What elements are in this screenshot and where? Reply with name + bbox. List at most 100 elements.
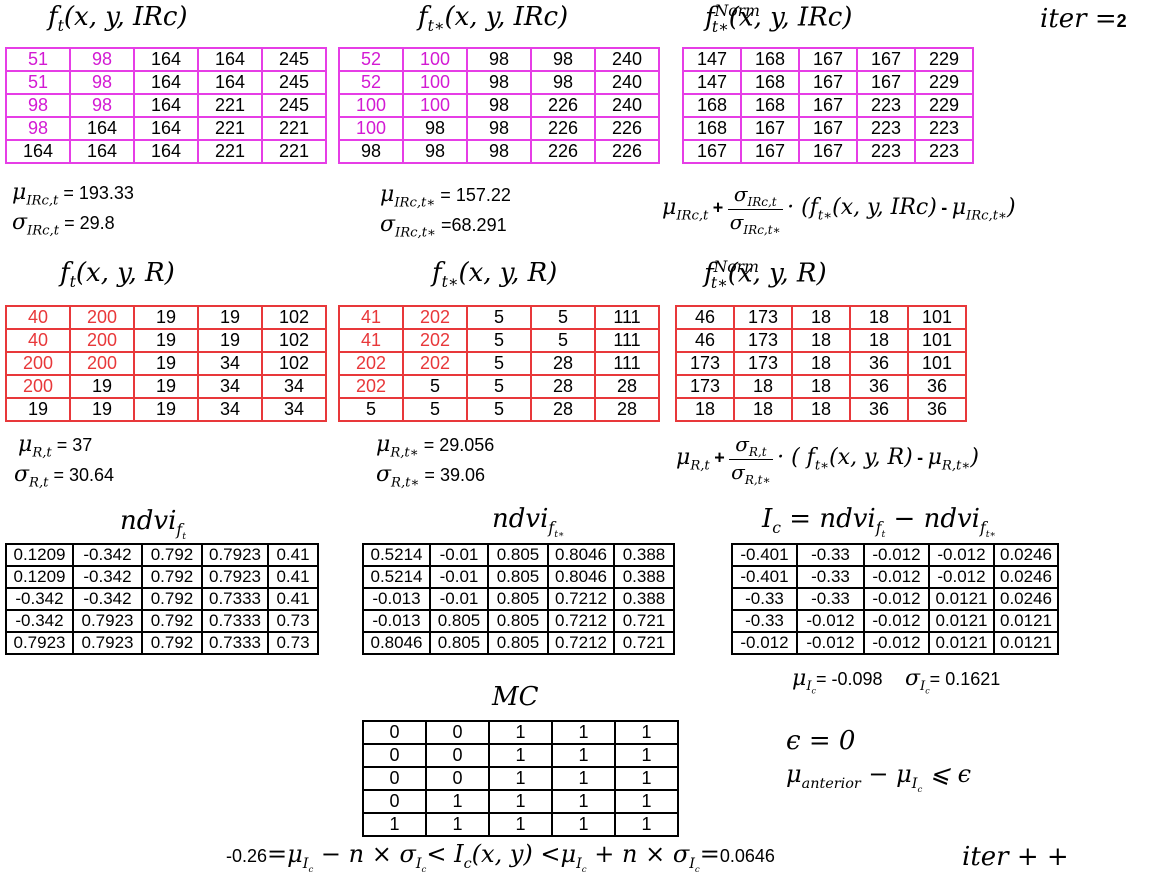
table-cell: 168	[682, 116, 742, 141]
table-row: -0.012 -0.012 -0.012 0.0121 0.0121	[731, 631, 1059, 655]
table-cell: 200	[69, 351, 135, 376]
table-cell: 1	[614, 720, 679, 745]
mu-r-tstar-value: 29.056	[439, 435, 495, 455]
table-ic: -0.401 -0.33 -0.012 -0.012 0.0246 -0.401 -0.33…	[731, 543, 1059, 655]
table-cell: -0.01	[429, 565, 489, 589]
table-cell: 167	[740, 116, 800, 141]
table-cell: 221	[197, 139, 263, 164]
table-ft-r: 40 200 19 19 102 40 200 19 19 102 200 200 19 34 102 200…	[5, 305, 327, 422]
table-cell: 164	[133, 116, 199, 141]
table-cell: -0.012	[863, 609, 930, 633]
table-row: 202 202 5 28 111	[338, 351, 660, 376]
table-cell: 34	[197, 397, 263, 422]
table-cell: 1	[614, 766, 679, 791]
table-ndvi-ftstar: 0.5214 -0.01 0.805 0.8046 0.388 0.5214 -0.01 0.…	[362, 543, 675, 655]
mu-irc-tstar-value: 157.22	[455, 185, 511, 205]
table-cell: 101	[907, 305, 967, 330]
table-cell: 28	[530, 374, 596, 399]
table-cell: -0.012	[796, 631, 865, 655]
title-mc: MC	[492, 682, 539, 712]
table-cell: 1	[551, 720, 616, 745]
table-cell: 98	[466, 139, 532, 164]
table-cell: 19	[197, 305, 263, 330]
table-cell: 0.0246	[993, 587, 1059, 611]
table-cell: 0.41	[267, 587, 319, 611]
table-cell: -0.013	[362, 609, 431, 633]
table-cell: 1	[614, 789, 679, 814]
table-cell: -0.33	[731, 609, 798, 633]
table-cell: 0.0121	[928, 609, 995, 633]
table-cell: 36	[907, 397, 967, 422]
table-cell: 0.792	[141, 587, 203, 611]
table-cell: 98	[530, 47, 596, 72]
table-cell: -0.012	[731, 631, 798, 655]
table-cell: 19	[197, 328, 263, 353]
table-cell: 167	[798, 139, 858, 164]
title-ftstar-irc: ft∗(x, y, IRc)	[418, 2, 569, 36]
table-cell: 173	[733, 305, 793, 330]
table-cell: 0.792	[141, 609, 203, 633]
formula-norm-r: μR,t + σR,t σR,t∗ · ( ft∗(x, y, R) - μR,t…	[676, 432, 979, 487]
table-ndvi-ft: 0.1209 -0.342 0.792 0.7923 0.41 0.1209 -0.342 0…	[5, 543, 319, 655]
table-cell: 18	[733, 374, 793, 399]
epsilon-value: 0	[838, 726, 856, 756]
table-row: 0.1209 -0.342 0.792 0.7923 0.41	[5, 543, 319, 567]
table-cell: 0	[362, 789, 427, 814]
table-cell: 19	[133, 351, 199, 376]
table-cell: 19	[69, 397, 135, 422]
table-cell: 0.1209	[5, 543, 74, 567]
table-cell: 40	[5, 305, 71, 330]
table-cell: 1	[551, 743, 616, 768]
table-cell: 226	[594, 139, 660, 164]
table-ftstar-r: 41 202 5 5 111 41 202 5 5 111 202 202 5 28 111 202 5 5 28 2…	[338, 305, 660, 422]
table-cell: 0.0121	[993, 609, 1059, 633]
table-cell: 5	[466, 374, 532, 399]
table-cell: 202	[402, 351, 468, 376]
table-cell: 0.7923	[72, 609, 143, 633]
table-cell: 0.8046	[362, 631, 431, 655]
table-row: 0.7923 0.7923 0.792 0.7333 0.73	[5, 631, 319, 655]
table-cell: -0.342	[5, 609, 74, 633]
table-cell: 173	[675, 351, 735, 376]
sigma-ic-value: 0.1621	[945, 669, 1001, 689]
table-cell: 100	[338, 93, 404, 118]
table-cell: 98	[5, 116, 71, 141]
sigma-irc-t: σIRc,t = 29.8	[12, 210, 115, 239]
table-cell: 202	[402, 328, 468, 353]
table-cell: 173	[675, 374, 735, 399]
ic-stats: μIc= -0.098 σIc= 0.1621	[792, 666, 1001, 697]
table-cell: 173	[733, 351, 793, 376]
table-cell: 0.73	[267, 609, 319, 633]
table-cell: 18	[791, 351, 851, 376]
table-cell: 229	[914, 70, 974, 95]
table-cell: 100	[402, 47, 468, 72]
table-cell: 0.388	[613, 565, 675, 589]
table-row: -0.33 -0.33 -0.012 0.0121 0.0246	[731, 587, 1059, 611]
table-cell: 28	[594, 374, 660, 399]
table-cell: 0.0121	[928, 631, 995, 655]
table-cell: 28	[594, 397, 660, 422]
epsilon-def: ϵ = 0	[786, 726, 856, 756]
iter-label: iter =2	[1040, 4, 1127, 34]
title-fnorm-irc: fNormt∗(x, y, IRc)	[705, 2, 853, 36]
table-row: 100 98 98 226 226	[338, 116, 660, 141]
table-cell: 18	[849, 328, 909, 353]
table-cell: 229	[914, 47, 974, 72]
table-cell: 164	[197, 47, 263, 72]
table-row: 52 100 98 98 240	[338, 70, 660, 95]
table-cell: 0.7923	[201, 543, 269, 567]
table-cell: -0.33	[796, 565, 865, 589]
table-row: 00111	[362, 766, 679, 791]
table-cell: 0.7923	[5, 631, 74, 655]
table-row: 00111	[362, 743, 679, 768]
table-row: 0.1209 -0.342 0.792 0.7923 0.41	[5, 565, 319, 589]
table-cell: 0.7333	[201, 631, 269, 655]
table-cell: 1	[425, 789, 490, 814]
iter-increment: iter + +	[962, 842, 1069, 872]
table-cell: 164	[133, 139, 199, 164]
table-cell: -0.012	[928, 565, 995, 589]
table-cell: 200	[5, 351, 71, 376]
table-row: 202 5 5 28 28	[338, 374, 660, 399]
table-cell: 0.0121	[928, 587, 995, 611]
table-cell: -0.012	[928, 543, 995, 567]
